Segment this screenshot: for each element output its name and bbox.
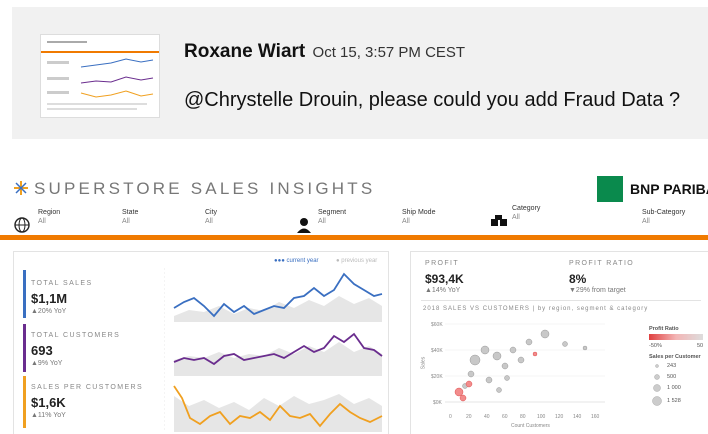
legend-size-500: 500 [667, 374, 677, 380]
author-name: Roxane Wiart [184, 41, 306, 62]
kpi-customers-label: TOTAL CUSTOMERS [31, 332, 121, 339]
kpi-spc-value: $1,6K [31, 395, 66, 410]
legend-ratio-min: -50% [649, 343, 662, 349]
filter-value: All [38, 218, 46, 225]
x-tick: 20 [466, 414, 472, 420]
comment-message: @Chrystelle Drouin, please could you add… [184, 89, 681, 111]
sales-accent-bar [23, 270, 26, 318]
dashboard-title: SUPERSTORE SALES INSIGHTS [34, 179, 376, 198]
dashboard-thumbnail[interactable] [40, 34, 160, 118]
x-tick: 140 [573, 414, 582, 420]
profit-ratio-value: 8% [569, 272, 587, 286]
customers-accent-bar [23, 324, 26, 372]
kpi-sales-change: ▲20% YoY [31, 308, 67, 315]
y-tick-20k: $20K [431, 374, 443, 380]
y-axis-label: Sales [420, 356, 427, 370]
profit-label: PROFIT [425, 260, 460, 267]
filter-region[interactable]: Region All [38, 208, 60, 226]
sales-previous-area [174, 296, 382, 322]
kpi-trend-panel: ●●● current year ● previous year TOTAL S… [13, 251, 389, 434]
filter-category[interactable]: Category All [512, 204, 540, 222]
profit-value: $93,4K [425, 272, 464, 286]
filter-value: All [512, 214, 520, 221]
trend-sparklines [164, 268, 383, 432]
boxes-icon [491, 215, 507, 226]
x-tick: 80 [520, 414, 526, 420]
legend-size-1528: 1 528 [667, 398, 681, 404]
filter-state[interactable]: State All [122, 208, 138, 226]
profit-change: ▲14% YoY [425, 287, 461, 294]
filter-value: All [122, 218, 130, 225]
legend-ratio-title: Profit Ratio [649, 326, 679, 332]
thumb-lines [47, 58, 154, 110]
kpi-spc-change: ▲11% YoY [31, 412, 66, 419]
kpi-customers-change: ▲9% YoY [31, 360, 63, 367]
profit-ratio-change: ▼29% from target [569, 287, 626, 294]
brand-name: BNP PARIBAS [630, 181, 708, 197]
y-tick-0k: $0K [433, 400, 442, 406]
filter-label: City [205, 209, 218, 216]
comment-author: Roxane Wiart Oct 15, 3:57 PM CEST [184, 41, 465, 63]
filter-label: Ship Mode [402, 209, 436, 216]
profit-ratio-label: PROFIT RATIO [569, 260, 635, 267]
filter-sub-category[interactable]: Sub-Category All [642, 208, 685, 226]
legend-current-year: ●●● current year [274, 258, 319, 264]
y-tick-60k: $60K [431, 322, 443, 328]
scatter-plot [445, 323, 605, 403]
header-divider [0, 235, 708, 240]
filter-value: All [642, 218, 650, 225]
legend-previous-year: ● previous year [336, 258, 378, 264]
y-tick-40k: $40K [431, 348, 443, 354]
legend-size-circles [652, 364, 662, 406]
filter-label: Category [512, 205, 541, 212]
filter-value: All [205, 218, 213, 225]
kpi-spc-label: SALES PER CUSTOMERS [31, 384, 144, 391]
filter-label: Segment [318, 209, 347, 216]
x-tick: 160 [591, 414, 600, 420]
tableau-logo-icon [14, 181, 28, 195]
spc-accent-bar [23, 376, 26, 428]
dashboard: SUPERSTORE SALES INSIGHTS BNP PARIBAS Re… [0, 163, 708, 434]
kpi-sales-value: $1,1M [31, 291, 68, 306]
legend-ratio-max: 50 [697, 343, 704, 349]
profit-scatter-panel: PROFIT $93,4K ▲14% YoY PROFIT RATIO 8% ▼… [410, 251, 708, 434]
legend-size-1000: 1 000 [667, 385, 681, 391]
legend-size-243: 243 [667, 363, 677, 369]
person-icon [297, 218, 311, 233]
filter-value: All [318, 218, 326, 225]
x-tick: 40 [484, 414, 490, 420]
legend-ratio-gradient [649, 334, 703, 340]
scatter-title: 2018 SALES VS CUSTOMERS | by region, seg… [423, 306, 649, 312]
legend-size-title: Sales per Customer [649, 354, 701, 360]
filter-ship-mode[interactable]: Ship Mode All [402, 208, 435, 226]
comment-timestamp: Oct 15, 3:57 PM CEST [312, 44, 466, 61]
x-tick: 100 [537, 414, 546, 420]
filter-label: State [122, 209, 139, 216]
filter-label: Region [38, 209, 61, 216]
filter-value: All [402, 218, 410, 225]
x-tick: 0 [449, 414, 452, 420]
kpi-sales-label: TOTAL SALES [31, 280, 93, 287]
filter-segment[interactable]: Segment All [318, 208, 346, 226]
filter-city[interactable]: City All [205, 208, 217, 226]
bnp-logo-icon [597, 176, 623, 202]
x-axis-label: Count Customers [511, 423, 550, 429]
x-tick: 60 [502, 414, 508, 420]
globe-icon [14, 217, 30, 233]
panel-divider [421, 300, 701, 301]
kpi-customers-value: 693 [31, 343, 53, 358]
comment-card: Roxane Wiart Oct 15, 3:57 PM CEST @Chrys… [12, 7, 708, 139]
filter-label: Sub-Category [642, 209, 686, 216]
x-tick: 120 [555, 414, 564, 420]
